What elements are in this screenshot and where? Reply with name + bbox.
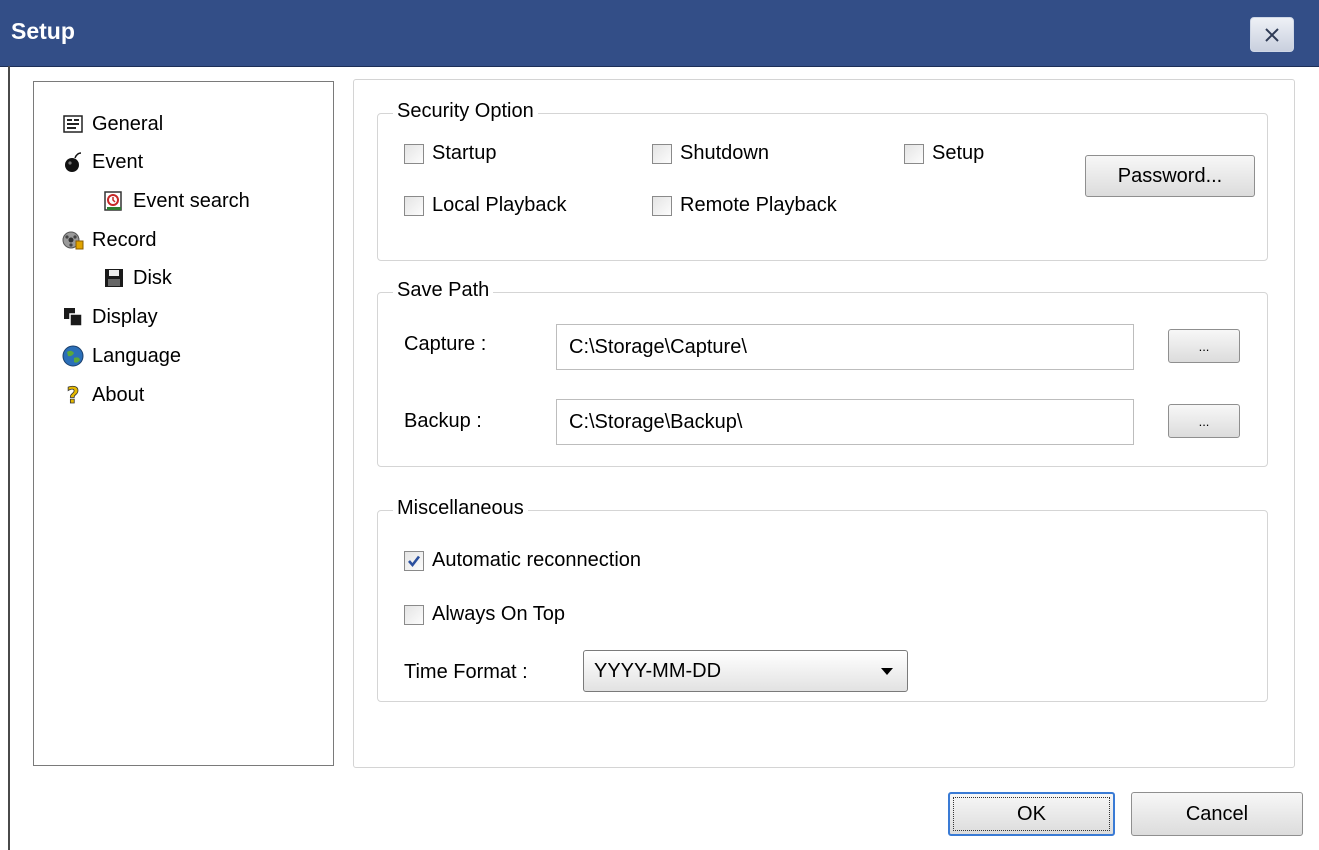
setup-checkbox-row[interactable]: Setup <box>904 142 984 165</box>
always-on-top-checkbox[interactable] <box>404 604 424 625</box>
nav-item-label: Disk <box>133 266 172 289</box>
local-playback-label: Local Playback <box>432 194 567 216</box>
nav-tree: General Event Event search Record Disk D… <box>33 81 334 766</box>
floppy-disk-icon <box>103 267 125 289</box>
settings-panel: Security Option Startup Shutdown Setup L… <box>353 79 1295 768</box>
capture-browse-button[interactable]: ... <box>1168 329 1240 363</box>
local-playback-checkbox[interactable] <box>404 195 424 216</box>
always-on-top-checkbox-row[interactable]: Always On Top <box>404 603 565 626</box>
bomb-icon <box>62 151 84 173</box>
browse-label: ... <box>1198 338 1210 354</box>
backup-label: Backup : <box>404 410 482 432</box>
record-icon <box>62 229 84 251</box>
nav-item-display[interactable]: Display <box>62 302 158 332</box>
nav-item-label: Display <box>92 305 158 328</box>
startup-label: Startup <box>432 142 497 164</box>
window-title: Setup <box>11 18 75 44</box>
question-mark-icon: ? <box>62 384 84 407</box>
password-button[interactable]: Password... <box>1085 155 1255 197</box>
close-button[interactable] <box>1250 17 1294 52</box>
shutdown-checkbox-row[interactable]: Shutdown <box>652 142 769 165</box>
setup-label: Setup <box>932 142 985 164</box>
remote-playback-checkbox-row[interactable]: Remote Playback <box>652 194 837 217</box>
window-border <box>8 66 10 850</box>
password-button-label: Password... <box>1117 164 1223 187</box>
chevron-down-icon <box>881 668 893 675</box>
globe-icon <box>62 345 84 367</box>
nav-item-label: Event <box>92 150 144 173</box>
miscellaneous-group: Miscellaneous Automatic reconnection Alw… <box>377 497 1268 702</box>
backup-path-value: C:\Storage\Backup\ <box>569 410 743 433</box>
capture-label: Capture : <box>404 333 487 355</box>
nav-item-disk[interactable]: Disk <box>103 263 172 293</box>
auto-reconnect-label: Automatic reconnection <box>432 549 642 571</box>
nav-item-label: General <box>92 112 164 135</box>
nav-item-label: Language <box>92 344 181 367</box>
local-playback-checkbox-row[interactable]: Local Playback <box>404 194 567 217</box>
event-search-icon <box>103 190 125 212</box>
nav-item-about[interactable]: ? About <box>62 380 144 410</box>
backup-browse-button[interactable]: ... <box>1168 404 1240 438</box>
security-option-legend: Security Option <box>393 100 538 123</box>
miscellaneous-legend: Miscellaneous <box>393 497 528 520</box>
save-path-group: Save Path Capture : C:\Storage\Capture\ … <box>377 279 1268 467</box>
time-format-label: Time Format : <box>404 661 528 683</box>
cancel-button-label: Cancel <box>1185 802 1249 825</box>
nav-item-general[interactable]: General <box>62 109 163 139</box>
startup-checkbox-row[interactable]: Startup <box>404 142 496 165</box>
browse-label: ... <box>1198 413 1210 429</box>
checkmark-icon <box>408 555 421 567</box>
nav-item-event-search[interactable]: Event search <box>103 186 250 216</box>
nav-item-label: Event search <box>133 189 250 212</box>
security-option-group: Security Option Startup Shutdown Setup L… <box>377 100 1268 261</box>
save-path-legend: Save Path <box>393 279 494 302</box>
setup-window: Setup General Event Event search Record … <box>0 0 1319 850</box>
title-bar[interactable]: Setup <box>0 0 1319 67</box>
nav-item-event[interactable]: Event <box>62 147 143 177</box>
always-on-top-label: Always On Top <box>432 603 566 625</box>
close-icon <box>1265 28 1279 42</box>
remote-playback-label: Remote Playback <box>680 194 837 216</box>
auto-reconnect-checkbox[interactable] <box>404 550 424 571</box>
shutdown-label: Shutdown <box>680 142 769 164</box>
display-icon <box>62 306 84 328</box>
svg-text:?: ? <box>67 384 80 407</box>
ok-button[interactable]: OK <box>948 792 1115 836</box>
remote-playback-checkbox[interactable] <box>652 195 672 216</box>
time-format-value: YYYY-MM-DD <box>594 659 722 682</box>
setup-checkbox[interactable] <box>904 143 924 164</box>
auto-reconnect-checkbox-row[interactable]: Automatic reconnection <box>404 549 641 572</box>
nav-item-record[interactable]: Record <box>62 225 156 255</box>
general-icon <box>62 113 84 135</box>
capture-path-field[interactable]: C:\Storage\Capture\ <box>556 324 1134 370</box>
nav-item-label: Record <box>92 228 157 251</box>
shutdown-checkbox[interactable] <box>652 143 672 164</box>
startup-checkbox[interactable] <box>404 143 424 164</box>
focus-ring <box>953 797 1110 831</box>
capture-path-value: C:\Storage\Capture\ <box>569 335 747 358</box>
backup-path-field[interactable]: C:\Storage\Backup\ <box>556 399 1134 445</box>
cancel-button[interactable]: Cancel <box>1131 792 1303 836</box>
nav-item-label: About <box>92 383 145 406</box>
time-format-select[interactable]: YYYY-MM-DD <box>583 650 908 692</box>
nav-item-language[interactable]: Language <box>62 341 181 371</box>
